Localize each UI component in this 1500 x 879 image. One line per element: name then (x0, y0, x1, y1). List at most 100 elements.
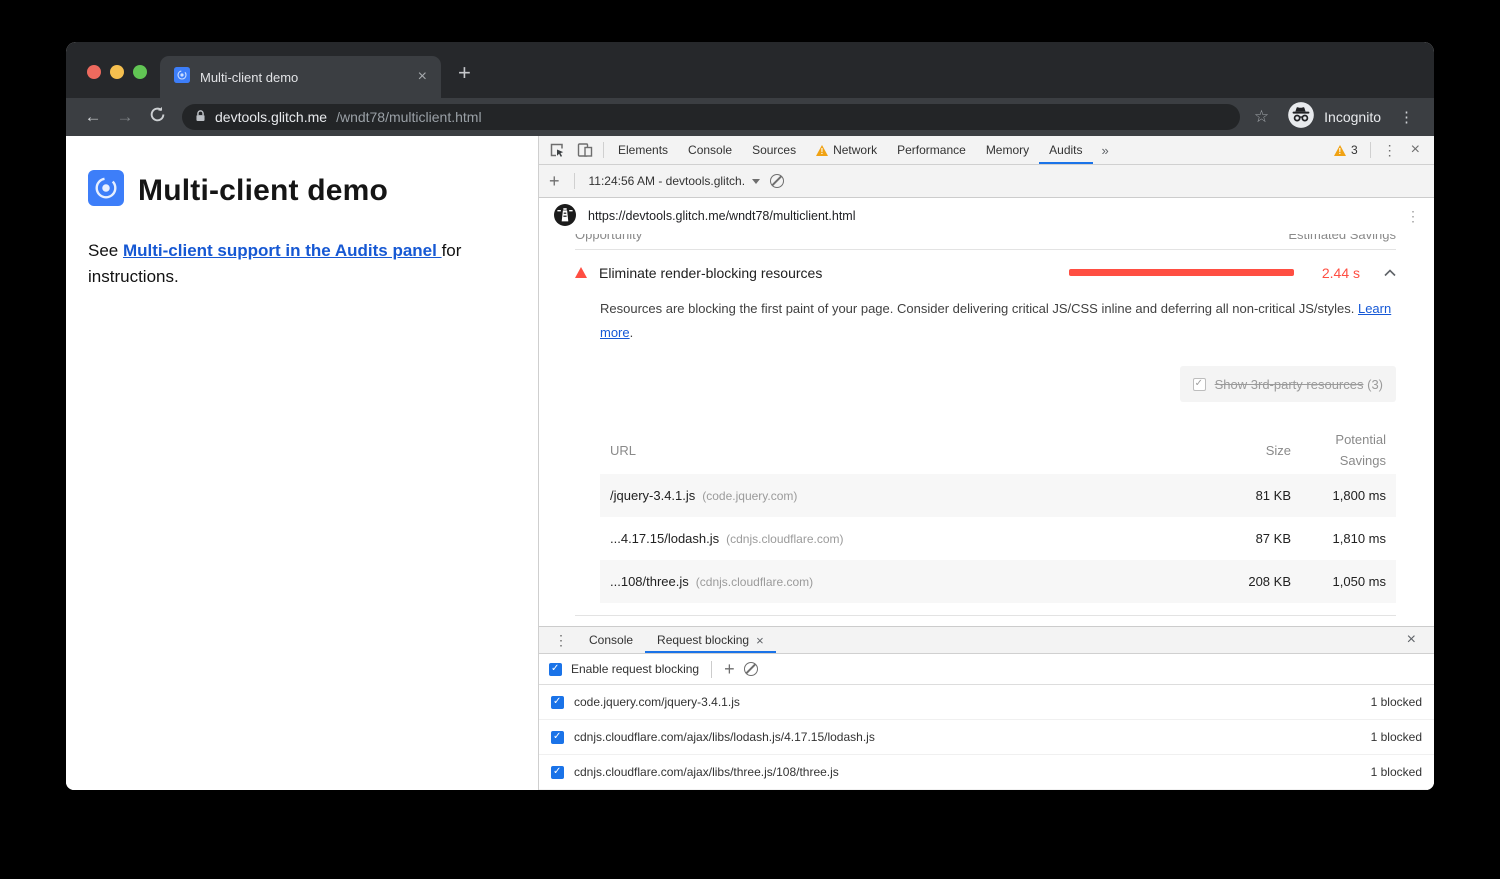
tab-elements[interactable]: Elements (608, 136, 678, 164)
url-path: /wndt78/multiclient.html (336, 109, 482, 125)
drawer-tab-request-blocking[interactable]: Request blocking × (645, 627, 776, 653)
third-party-label: Show 3rd-party resources (1215, 377, 1364, 392)
audits-toolbar: + 11:24:56 AM - devtools.glitch. (539, 165, 1434, 198)
address-bar[interactable]: devtools.glitch.me/wndt78/multiclient.ht… (182, 104, 1240, 130)
add-pattern-icon[interactable]: + (724, 660, 735, 678)
page-intro: See Multi-client support in the Audits p… (88, 238, 514, 291)
resource-url: /jquery-3.4.1.js (610, 488, 695, 503)
browser-tab[interactable]: Multi-client demo × (160, 56, 441, 98)
table-row[interactable]: /jquery-3.4.1.js(code.jquery.com) 81 KB … (600, 474, 1396, 517)
tab-title: Multi-client demo (200, 70, 408, 85)
blocked-pattern-row[interactable]: code.jquery.com/jquery-3.4.1.js 1 blocke… (539, 685, 1434, 720)
opportunity-header-row: Opportunity Estimated Savings (575, 234, 1396, 249)
audit-description: Resources are blocking the first paint o… (600, 297, 1396, 345)
url-host: devtools.glitch.me (215, 109, 327, 125)
fail-triangle-icon (575, 267, 587, 278)
pattern-checkbox[interactable] (551, 696, 564, 709)
audit-report: Opportunity Estimated Savings Eliminate … (539, 234, 1434, 626)
divider (603, 142, 604, 158)
resource-url: ...4.17.15/lodash.js (610, 531, 719, 546)
reload-icon[interactable] (144, 106, 170, 128)
enable-request-blocking-checkbox[interactable] (549, 663, 562, 676)
audit-item-header[interactable]: Eliminate render-blocking resources 2.44… (575, 250, 1396, 295)
window-controls (87, 65, 147, 79)
third-party-checkbox[interactable] (1193, 378, 1206, 391)
page-header: Multi-client demo (88, 170, 514, 211)
new-audit-icon[interactable]: + (549, 172, 560, 190)
resource-domain: (cdnjs.cloudflare.com) (726, 532, 843, 546)
collapse-chevron-icon[interactable] (1384, 266, 1396, 280)
resource-domain: (cdnjs.cloudflare.com) (696, 575, 813, 589)
third-party-filter-row: Show 3rd-party resources (3) (575, 366, 1396, 402)
resource-size: 208 KB (1196, 574, 1291, 589)
tab-memory[interactable]: Memory (976, 136, 1039, 164)
table-row[interactable]: ...108/three.js(cdnjs.cloudflare.com) 20… (600, 560, 1396, 603)
tab-performance[interactable]: Performance (887, 136, 976, 164)
opportunity-column-label: Opportunity (575, 234, 642, 242)
drawer-menu-icon[interactable]: ⋮ (545, 627, 577, 653)
pattern-text: cdnjs.cloudflare.com/ajax/libs/three.js/… (574, 765, 839, 779)
report-options-icon[interactable]: ⋮ (1406, 208, 1420, 225)
header-size: Size (1196, 443, 1291, 458)
blocked-count: 1 blocked (1371, 765, 1422, 779)
resource-savings: 1,050 ms (1291, 574, 1386, 589)
drawer-close-icon[interactable]: × (1395, 627, 1428, 653)
table-header: URL Size Potential Savings (600, 426, 1396, 474)
divider (1370, 142, 1371, 158)
minimize-window-button[interactable] (110, 65, 124, 79)
clear-audits-icon[interactable] (770, 174, 784, 188)
forward-icon[interactable]: → (112, 107, 138, 127)
inspect-element-icon[interactable] (543, 136, 571, 164)
resource-savings: 1,800 ms (1291, 488, 1386, 503)
divider (574, 173, 575, 189)
pattern-checkbox[interactable] (551, 731, 564, 744)
tab-network[interactable]: Network (806, 136, 887, 164)
bookmark-star-icon[interactable]: ☆ (1254, 107, 1269, 127)
back-icon[interactable]: ← (80, 107, 106, 127)
drawer-tab-close-icon[interactable]: × (756, 633, 764, 648)
devtools-drawer: ⋮ Console Request blocking × × Enable re… (539, 626, 1434, 790)
devtools-close-icon[interactable]: × (1405, 136, 1430, 164)
new-tab-button[interactable]: + (458, 62, 471, 84)
audits-panel-link[interactable]: Multi-client support in the Audits panel (123, 241, 442, 260)
resource-savings: 1,810 ms (1291, 531, 1386, 546)
dropdown-caret-icon (752, 179, 760, 184)
lighthouse-avatar-icon (553, 203, 577, 230)
audit-title: Eliminate render-blocking resources (599, 265, 822, 281)
table-row[interactable]: ...4.17.15/lodash.js (cdnjs.cloudflare.co… (600, 517, 1396, 560)
divider (575, 615, 1396, 616)
devtools-tabbar: Elements Console Sources Network Perform… (539, 136, 1434, 165)
browser-tab-strip: Multi-client demo × + (66, 42, 1434, 98)
resource-domain: (code.jquery.com) (702, 489, 797, 503)
console-warning-count[interactable]: 3 (1326, 136, 1366, 164)
resource-size: 81 KB (1196, 488, 1291, 503)
pattern-text: cdnjs.cloudflare.com/ajax/libs/lodash.js… (574, 730, 875, 744)
intro-prefix: See (88, 241, 123, 260)
more-tabs-icon[interactable]: » (1093, 136, 1118, 164)
devtools-menu-icon[interactable]: ⋮ (1375, 136, 1405, 164)
header-url: URL (610, 443, 1196, 458)
network-warning-icon (816, 145, 828, 156)
browser-menu-icon[interactable]: ⋮ (1393, 108, 1420, 126)
tab-close-icon[interactable]: × (418, 69, 427, 85)
blocked-pattern-row[interactable]: cdnjs.cloudflare.com/ajax/libs/three.js/… (539, 755, 1434, 790)
close-window-button[interactable] (87, 65, 101, 79)
remove-all-patterns-icon[interactable] (744, 662, 758, 676)
blocked-pattern-row[interactable]: cdnjs.cloudflare.com/ajax/libs/lodash.js… (539, 720, 1434, 755)
drawer-tabbar: ⋮ Console Request blocking × × (539, 626, 1434, 654)
tab-console[interactable]: Console (678, 136, 742, 164)
pattern-checkbox[interactable] (551, 766, 564, 779)
incognito-icon (1287, 101, 1315, 134)
tab-sources[interactable]: Sources (742, 136, 806, 164)
device-toolbar-icon[interactable] (571, 136, 599, 164)
blocked-count: 1 blocked (1371, 730, 1422, 744)
third-party-checkbox-chip[interactable]: Show 3rd-party resources (3) (1180, 366, 1396, 402)
audit-run-select[interactable]: 11:24:56 AM - devtools.glitch. (589, 174, 761, 188)
window-content: Multi-client demo See Multi-client suppo… (66, 136, 1434, 790)
devtools-logo-icon (88, 170, 124, 211)
zoom-window-button[interactable] (133, 65, 147, 79)
devtools-panel: Elements Console Sources Network Perform… (539, 136, 1434, 790)
drawer-tab-console[interactable]: Console (577, 627, 645, 653)
tab-audits[interactable]: Audits (1039, 136, 1092, 164)
savings-bar (1069, 269, 1294, 276)
